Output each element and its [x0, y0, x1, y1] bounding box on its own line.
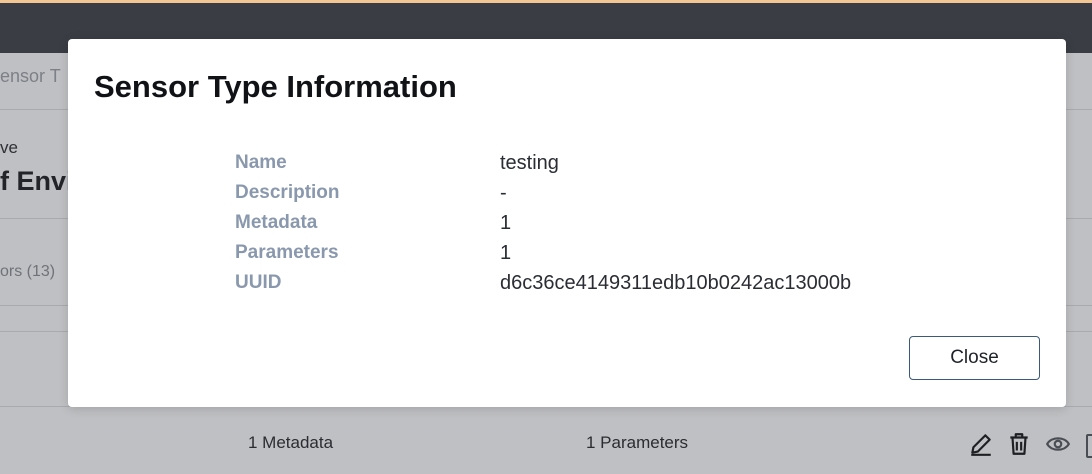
background-row-parameters: 1 Parameters — [586, 433, 689, 452]
dialog-title: Sensor Type Information — [94, 69, 457, 104]
background-page-title: f Envi — [0, 166, 74, 196]
close-button[interactable]: Close — [909, 336, 1040, 380]
info-row-description: Description - — [235, 182, 995, 212]
info-row-metadata: Metadata 1 — [235, 212, 995, 242]
info-value: - — [500, 182, 507, 204]
info-row-name: Name testing — [235, 152, 995, 182]
info-label: Parameters — [235, 242, 339, 263]
info-value: testing — [500, 152, 559, 174]
info-value: d6c36ce4149311edb10b0242ac13000b — [500, 272, 852, 294]
info-value: 1 — [500, 242, 512, 264]
background-subtitle: ve — [0, 138, 18, 157]
background-tab-sensors: ors (13) — [0, 263, 56, 280]
sensor-type-info-dialog: Sensor Type Information Name testing Des… — [68, 39, 1066, 407]
copy-icon — [1086, 434, 1092, 458]
info-value: 1 — [500, 212, 512, 234]
trash-icon — [1010, 433, 1028, 455]
info-label: Name — [235, 152, 287, 173]
background-breadcrumb: ensor T — [0, 66, 61, 86]
eye-icon — [1045, 437, 1071, 451]
info-row-uuid: UUID d6c36ce4149311edb10b0242ac13000b — [235, 272, 995, 302]
info-label: Description — [235, 182, 340, 203]
background-row-metadata: 1 Metadata — [248, 433, 334, 452]
info-row-parameters: Parameters 1 — [235, 242, 995, 272]
edit-icon — [971, 434, 991, 456]
info-label: Metadata — [235, 212, 318, 233]
info-label: UUID — [235, 272, 282, 293]
